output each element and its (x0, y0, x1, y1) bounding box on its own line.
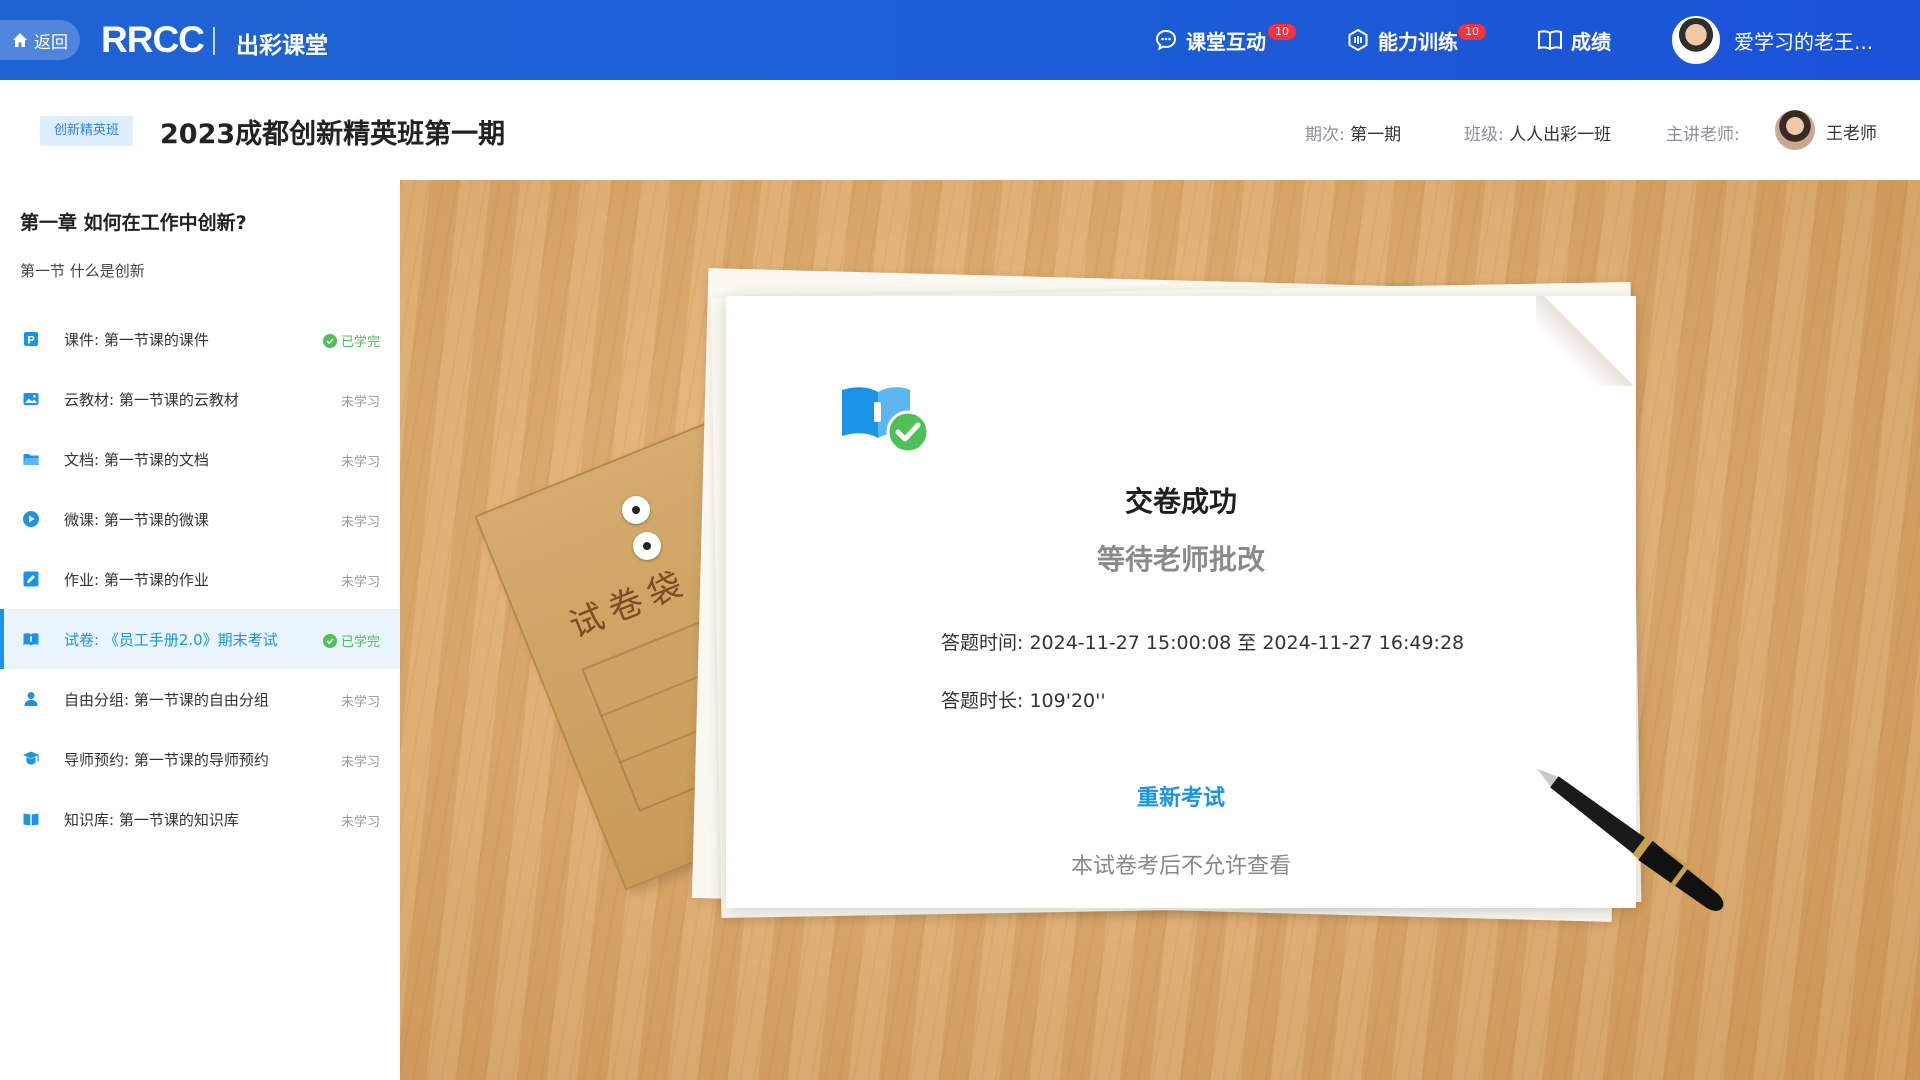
sidebar-item-label: 导师预约: 第一节课的导师预约 (64, 751, 269, 769)
sidebar-item-label: 微课: 第一节课的微课 (64, 511, 209, 529)
period-info: 期次: 第一期 (1305, 120, 1401, 145)
exam-icon (23, 633, 39, 646)
play-icon (23, 511, 39, 527)
image-icon (23, 393, 39, 405)
sidebar-item-label: 文档: 第一节课的文档 (64, 451, 209, 469)
sidebar-item-courseware[interactable]: P 课件: 第一节课的课件 已学完 (0, 309, 400, 369)
svg-text:P: P (27, 335, 34, 347)
sidebar-item-micro-lesson[interactable]: 微课: 第一节课的微课 未学习 (0, 489, 400, 549)
folder-icon (23, 454, 39, 465)
status-text: 未学习 (340, 515, 380, 530)
open-book-icon (1538, 30, 1562, 51)
sidebar-item-exam[interactable]: 试卷: 《员工手册2.0》期末考试 已学完 (0, 609, 400, 669)
user-name: 爱学习的老王... (1734, 29, 1874, 54)
status-text: 未学习 (340, 395, 380, 410)
nav-label: 课堂互动 (1186, 29, 1266, 54)
answer-time-value: 2024-11-27 15:00:08 至 2024-11-27 16:49:2… (1029, 632, 1465, 654)
exam-result-area: 试卷袋 交卷成功 等待老师批改 答题时间: 2024-11-27 15:00:0… (400, 180, 1920, 1080)
class-value: 人人出彩一班 (1509, 125, 1612, 145)
top-bar: 返回 RRCC 出彩课堂 课堂互动 10 能力训练 10 成绩 爱学习的老王..… (0, 0, 1920, 80)
nav-classroom-interaction[interactable]: 课堂互动 10 (1154, 0, 1296, 80)
teacher-avatar (1775, 110, 1815, 150)
book-icon (23, 813, 39, 826)
waiting-review-subtitle: 等待老师批改 (1096, 543, 1265, 576)
sidebar-item-label: 自由分组: 第一节课的自由分组 (64, 691, 269, 709)
notification-badge: 10 (1458, 24, 1486, 40)
period-value: 第一期 (1350, 125, 1402, 145)
period-label: 期次: (1305, 125, 1345, 145)
status-text: 未学习 (340, 815, 380, 830)
sidebar-item-label: 作业: 第一节课的作业 (64, 571, 209, 589)
status-text: 已学完 (340, 335, 380, 350)
courseware-icon: P (24, 332, 38, 347)
back-label: 返回 (34, 32, 68, 53)
edit-icon (23, 571, 39, 587)
hexagon-icon (1348, 28, 1368, 52)
logo-divider (213, 27, 215, 55)
sidebar-item-homework[interactable]: 作业: 第一节课的作业 未学习 (0, 549, 400, 609)
nav-ability-training[interactable]: 能力训练 10 (1346, 0, 1486, 80)
answer-time-label: 答题时间: (941, 632, 1024, 654)
sidebar-item-knowledge-base[interactable]: 知识库: 第一节课的知识库 未学习 (0, 789, 400, 849)
answer-duration-label: 答题时长: (941, 690, 1024, 712)
envelope-button (633, 532, 661, 560)
notification-badge: 10 (1268, 24, 1296, 40)
chat-icon (1155, 29, 1177, 51)
teacher-label: 主讲老师: (1666, 125, 1740, 145)
logo: RRCC (101, 19, 205, 60)
answer-time-row: 答题时间: 2024-11-27 15:00:08 至 2024-11-27 1… (941, 628, 1464, 655)
course-title: 2023成都创新精英班第一期 (160, 119, 506, 150)
sidebar-item-free-grouping[interactable]: 自由分组: 第一节课的自由分组 未学习 (0, 669, 400, 729)
retake-exam-button[interactable]: 重新考试 (726, 780, 1636, 812)
submit-success-title: 交卷成功 (1124, 485, 1237, 518)
sidebar-item-label: 知识库: 第一节课的知识库 (64, 811, 239, 829)
sidebar-item-label: 试卷: 《员工手册2.0》期末考试 (64, 631, 278, 649)
sidebar-item-label: 课件: 第一节课的课件 (64, 331, 209, 349)
sidebar-item-document[interactable]: 文档: 第一节课的文档 未学习 (0, 429, 400, 489)
course-sidebar: 第一章 如何在工作中创新? 第一节 什么是创新 P 课件: 第一节课的课件 已学… (0, 180, 400, 1080)
status-text: 未学习 (340, 455, 380, 470)
status-text: 已学完 (340, 635, 380, 650)
sidebar-item-mentor-booking[interactable]: 导师预约: 第一节课的导师预约 未学习 (0, 729, 400, 789)
course-info-bar: 创新精英班 2023成都创新精英班第一期 期次: 第一期 班级: 人人出彩一班 … (0, 80, 1920, 180)
status-badge: 已学完 (322, 331, 380, 350)
envelope-button (622, 496, 650, 524)
brand-subtitle: 出彩课堂 (236, 33, 328, 59)
status-badge: 已学完 (322, 631, 380, 650)
avatar (1672, 16, 1720, 64)
exam-success-icon (842, 387, 930, 454)
class-label: 班级: (1464, 125, 1504, 145)
status-text: 未学习 (340, 575, 380, 590)
user-menu[interactable]: 爱学习的老王... (1672, 16, 1873, 64)
check-icon (322, 333, 337, 348)
section-title: 第一节 什么是创新 (20, 262, 145, 280)
page-curl (1536, 296, 1636, 386)
nav-label: 能力训练 (1378, 29, 1458, 54)
answer-duration-row: 答题时长: 109'20'' (941, 686, 1106, 713)
mentor-icon (23, 751, 39, 765)
nav-grades[interactable]: 成绩 (1537, 0, 1611, 80)
check-icon (322, 633, 337, 648)
status-text: 未学习 (340, 695, 380, 710)
class-info: 班级: 人人出彩一班 (1464, 120, 1611, 145)
teacher-name: 王老师 (1826, 124, 1877, 144)
sidebar-item-cloud-textbook[interactable]: 云教材: 第一节课的云教材 未学习 (0, 369, 400, 429)
exam-note: 本试卷考后不允许查看 (1070, 854, 1291, 879)
answer-duration-value: 109'20'' (1029, 690, 1106, 712)
logo-text: RRCC (101, 19, 205, 60)
back-button[interactable]: 返回 (0, 20, 80, 60)
status-text: 未学习 (340, 755, 380, 770)
chapter-title: 第一章 如何在工作中创新? (20, 212, 247, 234)
home-icon (13, 33, 27, 47)
nav-label: 成绩 (1571, 29, 1611, 54)
user-icon (24, 692, 38, 706)
course-tag: 创新精英班 (40, 116, 134, 146)
sidebar-item-label: 云教材: 第一节课的云教材 (64, 391, 239, 409)
